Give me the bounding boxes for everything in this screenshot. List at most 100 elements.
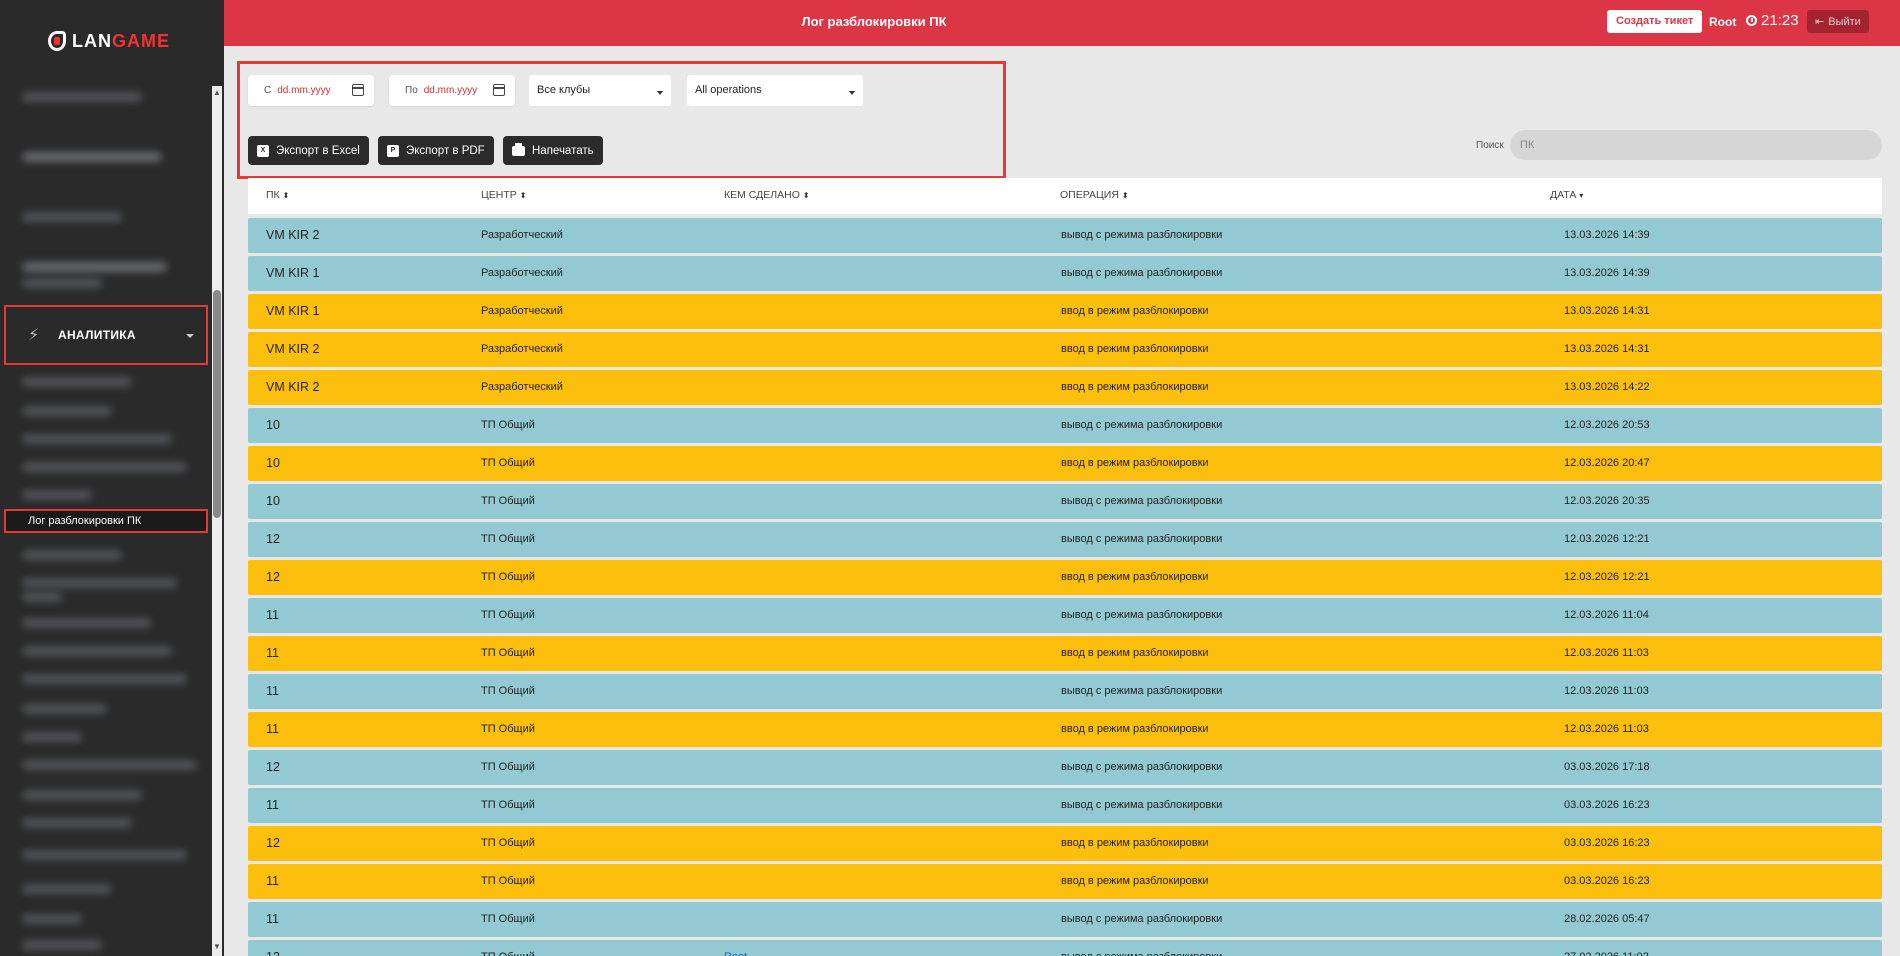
- operation-cell: вывод с режима разблокировки: [1061, 913, 1223, 925]
- table-row[interactable]: 11 ТП Общий вывод с режима разблокировки 12…: [248, 674, 1882, 709]
- sidebar-subitem-blurred[interactable]: [22, 406, 112, 416]
- logout-button[interactable]: ⇤ Выйти: [1807, 10, 1869, 33]
- table-row[interactable]: 11 ТП Общий вывод с режима разблокировки 12…: [248, 598, 1882, 633]
- table-row[interactable]: 12 ТП Общий вывод с режима разблокировки 03…: [248, 750, 1882, 785]
- sidebar-item-analytics[interactable]: ⚡ АНАЛИТИКА: [4, 305, 208, 365]
- scroll-down-arrow-icon[interactable]: ▼: [212, 942, 222, 951]
- table-row[interactable]: VM KIR 2 Разработческий ввод в режим разбл…: [248, 370, 1882, 405]
- sidebar-subitem-blurred[interactable]: [22, 760, 197, 770]
- table-row[interactable]: 10 ТП Общий вывод с режима разблокировки 12…: [248, 484, 1882, 519]
- column-header-date[interactable]: ДАТА ▾: [1550, 189, 1583, 201]
- column-header-who[interactable]: КЕМ СДЕЛАНО ⬍: [724, 189, 810, 201]
- print-label: Напечатать: [532, 144, 594, 157]
- pc-cell: VM KIR 2: [266, 342, 320, 356]
- sidebar-item-blurred[interactable]: [22, 212, 122, 222]
- sidebar-item-blurred[interactable]: [22, 152, 162, 162]
- table-row[interactable]: VM KIR 2 Разработческий вывод с режима раз…: [248, 218, 1882, 253]
- sidebar-subitem-blurred[interactable]: [22, 578, 177, 588]
- export-excel-button[interactable]: X Экспорт в Excel: [248, 136, 369, 165]
- column-header-operation[interactable]: ОПЕРАЦИЯ ⬍: [1060, 189, 1129, 201]
- table-row[interactable]: 11 ТП Общий ввод в режим разблокировки 03.0…: [248, 864, 1882, 899]
- date-cell: 13.03.2026 14:39: [1564, 229, 1650, 241]
- sidebar-subitem-blurred[interactable]: [22, 850, 187, 860]
- table-row[interactable]: 11 ТП Общий вывод с режима разблокировки 03…: [248, 788, 1882, 823]
- operation-cell: вывод с режима разблокировки: [1061, 940, 1222, 956]
- table-header: ПК ⬍ ЦЕНТР ⬍ КЕМ СДЕЛАНО ⬍ ОПЕРАЦИЯ ⬍ ДАТА ▾: [248, 178, 1882, 214]
- club-select[interactable]: Все клубы: [529, 75, 671, 106]
- table-row[interactable]: 10 ТП Общий ввод в режим разблокировки 12.0…: [248, 446, 1882, 481]
- who-cell[interactable]: Root: [724, 940, 747, 956]
- sidebar-subitem-blurred[interactable]: [22, 732, 82, 742]
- center-cell: Разработческий: [481, 305, 563, 317]
- table-row[interactable]: VM KIR 1 Разработческий ввод в режим разбл…: [248, 294, 1882, 329]
- operation-cell: ввод в режим разблокировки: [1061, 343, 1209, 355]
- sidebar-subitem-blurred[interactable]: [22, 704, 107, 714]
- export-pdf-button[interactable]: P Экспорт в PDF: [378, 136, 494, 165]
- table-row[interactable]: 12 ТП Общий ввод в режим разблокировки 12.0…: [248, 560, 1882, 595]
- scroll-up-arrow-icon[interactable]: ▲: [212, 88, 222, 97]
- operation-select[interactable]: All operations: [687, 75, 863, 106]
- logo-text: LANGAME: [72, 30, 170, 51]
- date-cell: 12.03.2026 11:04: [1564, 609, 1649, 621]
- table-row[interactable]: 10 ТП Общий вывод с режима разблокировки 12…: [248, 408, 1882, 443]
- sidebar-subitem-blurred[interactable]: [22, 377, 132, 387]
- sidebar-subitem-blurred[interactable]: [22, 940, 102, 950]
- bolt-icon: ⚡: [28, 327, 40, 344]
- clock: 21:23: [1746, 12, 1799, 29]
- calendar-icon[interactable]: [352, 84, 364, 96]
- date-from-field[interactable]: С dd.mm.yyyy: [248, 75, 374, 106]
- date-to-field[interactable]: По dd.mm.yyyy: [389, 75, 515, 106]
- sidebar-subitem-blurred[interactable]: [22, 674, 187, 684]
- sidebar-item-blurred[interactable]: [22, 278, 102, 288]
- page-title: Лог разблокировки ПК: [801, 14, 947, 29]
- sidebar-item-blurred[interactable]: [22, 262, 167, 272]
- sidebar-subitem-blurred[interactable]: [22, 462, 187, 472]
- center-cell: ТП Общий: [481, 609, 535, 621]
- column-header-center[interactable]: ЦЕНТР ⬍: [481, 189, 526, 201]
- center-cell: ТП Общий: [481, 875, 535, 887]
- operation-cell: ввод в режим разблокировки: [1061, 647, 1209, 659]
- column-header-pc[interactable]: ПК ⬍: [266, 189, 289, 201]
- table-row[interactable]: 12 ТП Общий Root вывод с режима разблокиров…: [248, 940, 1882, 956]
- table-row[interactable]: 12 ТП Общий вывод с режима разблокировки 12…: [248, 522, 1882, 557]
- sidebar-subitem-blurred[interactable]: [22, 618, 152, 628]
- pdf-icon: P: [387, 144, 399, 157]
- sidebar-item-label: АНАЛИТИКА: [58, 328, 136, 342]
- sidebar-subitem-blurred[interactable]: [22, 550, 122, 560]
- sidebar-subitem-blurred[interactable]: [22, 790, 142, 800]
- center-cell: Разработческий: [481, 267, 563, 279]
- sidebar-scrollbar-thumb[interactable]: [213, 290, 221, 518]
- logo[interactable]: LANGAME: [48, 30, 170, 52]
- center-cell: ТП Общий: [481, 799, 535, 811]
- current-time: 21:23: [1761, 12, 1799, 29]
- table-row[interactable]: VM KIR 1 Разработческий вывод с режима раз…: [248, 256, 1882, 291]
- search-input[interactable]: [1510, 130, 1882, 160]
- search-label: Поиск: [1476, 140, 1504, 151]
- operation-cell: ввод в режим разблокировки: [1061, 723, 1209, 735]
- sidebar-subitem-blurred[interactable]: [22, 818, 132, 828]
- sidebar-item-pc-unlock-log[interactable]: Лог разблокировки ПК: [4, 509, 208, 533]
- sidebar-subitem-blurred[interactable]: [22, 434, 172, 444]
- sidebar-item-blurred[interactable]: [22, 92, 142, 102]
- sidebar-subitem-blurred[interactable]: [22, 914, 82, 924]
- chevron-down-icon: [657, 91, 663, 95]
- pc-cell: 11: [266, 684, 279, 698]
- sidebar-scrollbar-track[interactable]: [212, 86, 222, 956]
- print-button[interactable]: Напечатать: [503, 136, 603, 165]
- sidebar-subitem-blurred[interactable]: [22, 592, 62, 602]
- operation-cell: вывод с режима разблокировки: [1061, 685, 1223, 697]
- sidebar-subitem-blurred[interactable]: [22, 884, 112, 894]
- sidebar-subitem-blurred[interactable]: [22, 646, 172, 656]
- table-row[interactable]: 12 ТП Общий ввод в режим разблокировки 03.0…: [248, 826, 1882, 861]
- sidebar-subitem-blurred[interactable]: [22, 490, 92, 500]
- table-row[interactable]: 11 ТП Общий ввод в режим разблокировки 12.0…: [248, 636, 1882, 671]
- table-row[interactable]: 11 ТП Общий ввод в режим разблокировки 12.0…: [248, 712, 1882, 747]
- table-row[interactable]: VM KIR 2 Разработческий ввод в режим разбл…: [248, 332, 1882, 367]
- operation-select-value: All operations: [695, 84, 762, 96]
- date-cell: 03.03.2026 16:23: [1564, 875, 1650, 887]
- create-ticket-button[interactable]: Создать тикет: [1607, 10, 1703, 33]
- table-row[interactable]: 11 ТП Общий вывод с режима разблокировки 28…: [248, 902, 1882, 937]
- calendar-icon[interactable]: [493, 84, 505, 96]
- center-cell: ТП Общий: [481, 533, 535, 545]
- pc-cell: 11: [266, 798, 279, 812]
